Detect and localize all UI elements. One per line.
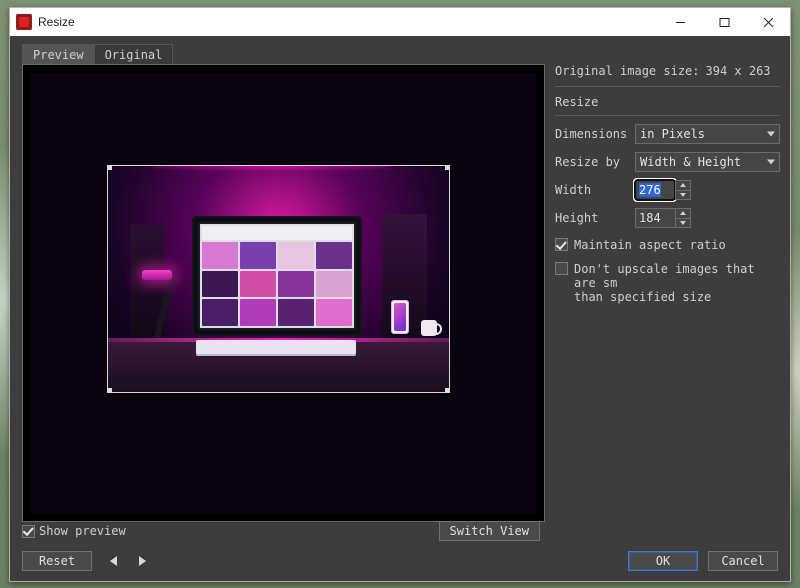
chevron-down-icon (767, 160, 775, 165)
minimize-button[interactable] (658, 8, 702, 36)
no-upscale-checkbox[interactable] (555, 262, 568, 275)
original-size-label: Original image size: (555, 64, 700, 78)
original-size-value: 394 x 263 (706, 64, 771, 78)
preview-controls-row: Show preview Switch View (22, 521, 778, 541)
dimensions-dropdown[interactable]: in Pixels (635, 124, 780, 144)
maintain-aspect-checkbox[interactable] (555, 238, 568, 251)
no-upscale-label: Don't upscale images that are sm than sp… (574, 262, 780, 304)
height-spinner[interactable] (635, 208, 691, 228)
chevron-up-icon (680, 211, 686, 215)
height-input[interactable] (635, 208, 675, 228)
preview-canvas[interactable] (31, 73, 536, 513)
preview-panel (22, 64, 545, 522)
window-controls (658, 8, 790, 36)
undo-button[interactable] (110, 556, 117, 566)
width-step-up[interactable] (675, 180, 691, 191)
chevron-up-icon (680, 183, 686, 187)
width-input[interactable] (635, 180, 675, 200)
titlebar[interactable]: Resize (10, 8, 790, 36)
resize-dialog: Resize Preview Original (9, 7, 791, 582)
cancel-button[interactable]: Cancel (708, 551, 778, 571)
show-preview-label: Show preview (39, 524, 126, 538)
close-button[interactable] (746, 8, 790, 36)
dimensions-value: in Pixels (640, 127, 705, 141)
show-preview-checkbox[interactable] (22, 525, 35, 538)
reset-button[interactable]: Reset (22, 551, 92, 571)
width-step-down[interactable] (675, 191, 691, 201)
chevron-down-icon (680, 193, 686, 197)
dialog-client: Preview Original (10, 36, 790, 581)
dialog-footer: Reset OK Cancel (22, 551, 778, 571)
resize-section-label: Resize (555, 95, 780, 109)
app-icon (16, 14, 32, 30)
dimensions-label: Dimensions (555, 127, 635, 141)
separator (555, 115, 780, 116)
crop-handle-tr[interactable] (445, 165, 450, 170)
crop-handle-br[interactable] (445, 388, 450, 393)
resize-by-value: Width & Height (640, 155, 741, 169)
crop-handle-bl[interactable] (107, 388, 112, 393)
height-label: Height (555, 211, 635, 225)
height-step-up[interactable] (675, 208, 691, 219)
chevron-down-icon (680, 221, 686, 225)
crop-rectangle[interactable] (107, 165, 450, 393)
maximize-button[interactable] (702, 8, 746, 36)
window-title: Resize (38, 15, 75, 29)
crop-handle-tl[interactable] (107, 165, 112, 170)
resize-by-dropdown[interactable]: Width & Height (635, 152, 780, 172)
chevron-down-icon (767, 132, 775, 137)
separator (555, 86, 780, 87)
maintain-aspect-label: Maintain aspect ratio (574, 238, 726, 252)
history-nav (110, 556, 146, 566)
width-spinner[interactable] (635, 180, 691, 200)
preview-image-monitor (192, 216, 362, 336)
width-label: Width (555, 183, 635, 197)
redo-button[interactable] (139, 556, 146, 566)
resize-by-label: Resize by (555, 155, 635, 169)
original-size-row: Original image size: 394 x 263 (555, 64, 780, 78)
switch-view-button[interactable]: Switch View (439, 521, 540, 541)
height-step-down[interactable] (675, 219, 691, 229)
settings-panel: Original image size: 394 x 263 Resize Di… (555, 64, 780, 521)
ok-button[interactable]: OK (628, 551, 698, 571)
